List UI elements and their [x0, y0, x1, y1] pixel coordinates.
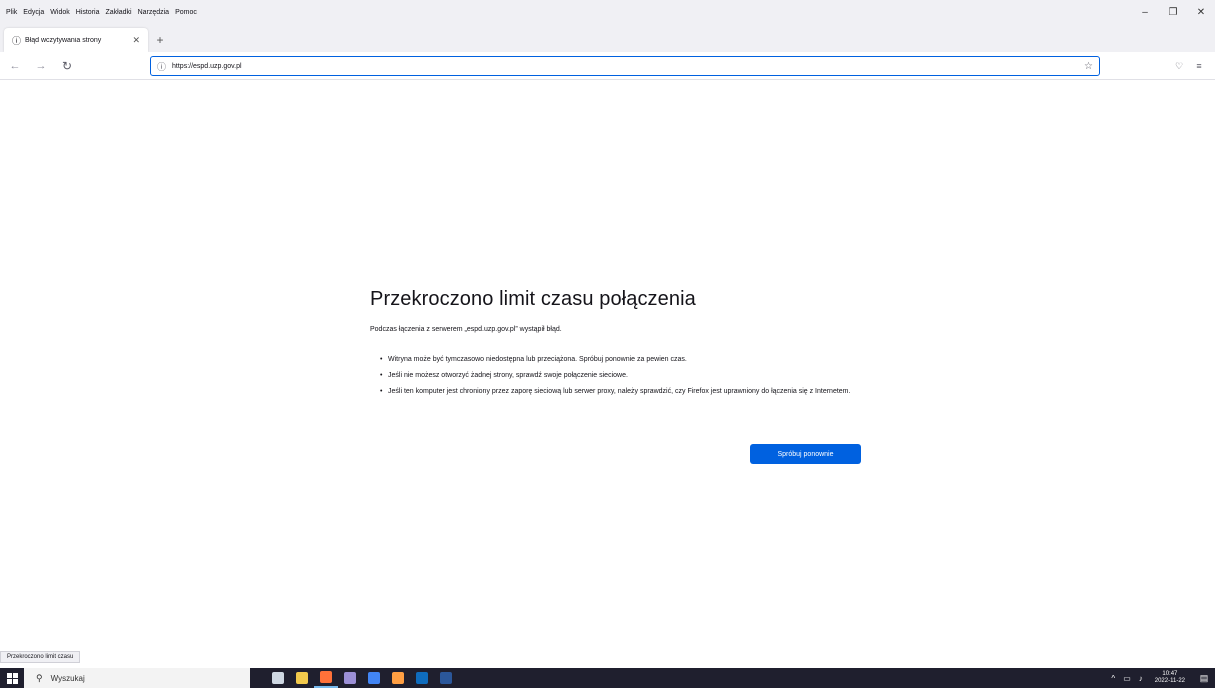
forward-icon[interactable]: → [30, 55, 52, 77]
toolbar-right: ♡ ≡ [1169, 56, 1209, 76]
error-container: Przekroczono limit czasu połączenia Podc… [370, 288, 862, 464]
chevron-up-icon[interactable]: ^ [1111, 674, 1115, 683]
bookmark-star-icon[interactable]: ☆ [1084, 61, 1093, 72]
list-item: Jeśli ten komputer jest chroniony przez … [380, 387, 862, 396]
taskbar: ⚲ Wyszukaj ^ ▭ ♪ 10:47 2022-11-22 ▤ [0, 668, 1215, 688]
menu-file[interactable]: Plik [6, 9, 17, 16]
plus-icon: + [156, 33, 164, 47]
taskbar-search[interactable]: ⚲ Wyszukaj [24, 668, 250, 688]
menu-items: Plik Edycja Widok Historia Zakładki Narz… [0, 9, 203, 16]
firefox-icon[interactable] [314, 668, 338, 688]
back-icon[interactable]: ← [4, 55, 26, 77]
site-info-icon[interactable]: ⓘ [157, 60, 166, 73]
start-button[interactable] [0, 668, 24, 688]
paint-icon[interactable] [338, 668, 362, 688]
close-tab-icon[interactable]: ✕ [132, 35, 140, 46]
windows-logo-icon [6, 672, 18, 684]
menu-bar: Plik Edycja Widok Historia Zakładki Narz… [0, 0, 1215, 24]
tab-bar: ⓘ Błąd wczytywania strony ✕ + [0, 24, 1215, 52]
list-item: Jeśli nie możesz otworzyć żadnej strony,… [380, 371, 862, 380]
system-tray: ^ ▭ ♪ 10:47 2022-11-22 ▤ [1107, 668, 1215, 688]
task-view-icon[interactable] [266, 668, 290, 688]
clock-date: 2022-11-22 [1154, 678, 1185, 684]
list-item: Witryna może być tymczasowo niedostępna … [380, 355, 862, 364]
volume-icon[interactable]: ♪ [1139, 674, 1143, 683]
tab-active[interactable]: ⓘ Błąd wczytywania strony ✕ [4, 28, 148, 52]
url-bar[interactable]: ⓘ https://espd.uzp.gov.pl ☆ [150, 56, 1100, 76]
clock-time: 10:47 [1162, 671, 1178, 677]
window-controls: – ❐ ✕ [1131, 0, 1215, 24]
firefox-dev-icon[interactable] [386, 668, 410, 688]
minimize-button[interactable]: – [1131, 0, 1159, 24]
status-bar: Przekroczono limit czasu [0, 651, 81, 663]
network-icon[interactable]: ▭ [1123, 674, 1131, 683]
menu-view[interactable]: Widok [50, 9, 69, 16]
word-icon[interactable] [434, 668, 458, 688]
new-tab-button[interactable]: + [148, 28, 172, 52]
menu-edit[interactable]: Edycja [23, 9, 44, 16]
menu-icon[interactable]: ≡ [1189, 56, 1209, 76]
close-window-button[interactable]: ✕ [1187, 0, 1215, 24]
page-content: Przekroczono limit czasu połączenia Podc… [0, 80, 1215, 642]
info-icon: ⓘ [12, 35, 22, 46]
notification-icon[interactable]: ▤ [1193, 668, 1215, 688]
error-description: Podczas łączenia z serwerem „espd.uzp.go… [370, 326, 562, 333]
search-placeholder: Wyszukaj [50, 673, 85, 683]
error-title: Przekroczono limit czasu połączenia [370, 288, 696, 310]
url-text[interactable]: https://espd.uzp.gov.pl [172, 63, 1084, 70]
error-suggestions: Witryna może być tymczasowo niedostępna … [370, 355, 862, 396]
menu-tools[interactable]: Narzędzia [138, 9, 170, 16]
reload-icon[interactable]: ↻ [56, 55, 78, 77]
file-explorer-icon[interactable] [290, 668, 314, 688]
pocket-icon[interactable]: ♡ [1169, 56, 1189, 76]
maximize-button[interactable]: ❐ [1159, 0, 1187, 24]
outlook-icon[interactable] [410, 668, 434, 688]
retry-button[interactable]: Spróbuj ponownie [750, 444, 861, 464]
menu-history[interactable]: Historia [76, 9, 100, 16]
menu-bookmarks[interactable]: Zakładki [105, 9, 131, 16]
clock[interactable]: 10:47 2022-11-22 [1155, 671, 1185, 685]
search-icon: ⚲ [36, 672, 43, 683]
chrome-icon[interactable] [362, 668, 386, 688]
tab-title: Błąd wczytywania strony [25, 36, 102, 44]
taskbar-apps [266, 668, 458, 688]
menu-help[interactable]: Pomoc [175, 9, 197, 16]
navigation-bar: ← → ↻ ⓘ https://espd.uzp.gov.pl ☆ ♡ ≡ [0, 52, 1215, 80]
